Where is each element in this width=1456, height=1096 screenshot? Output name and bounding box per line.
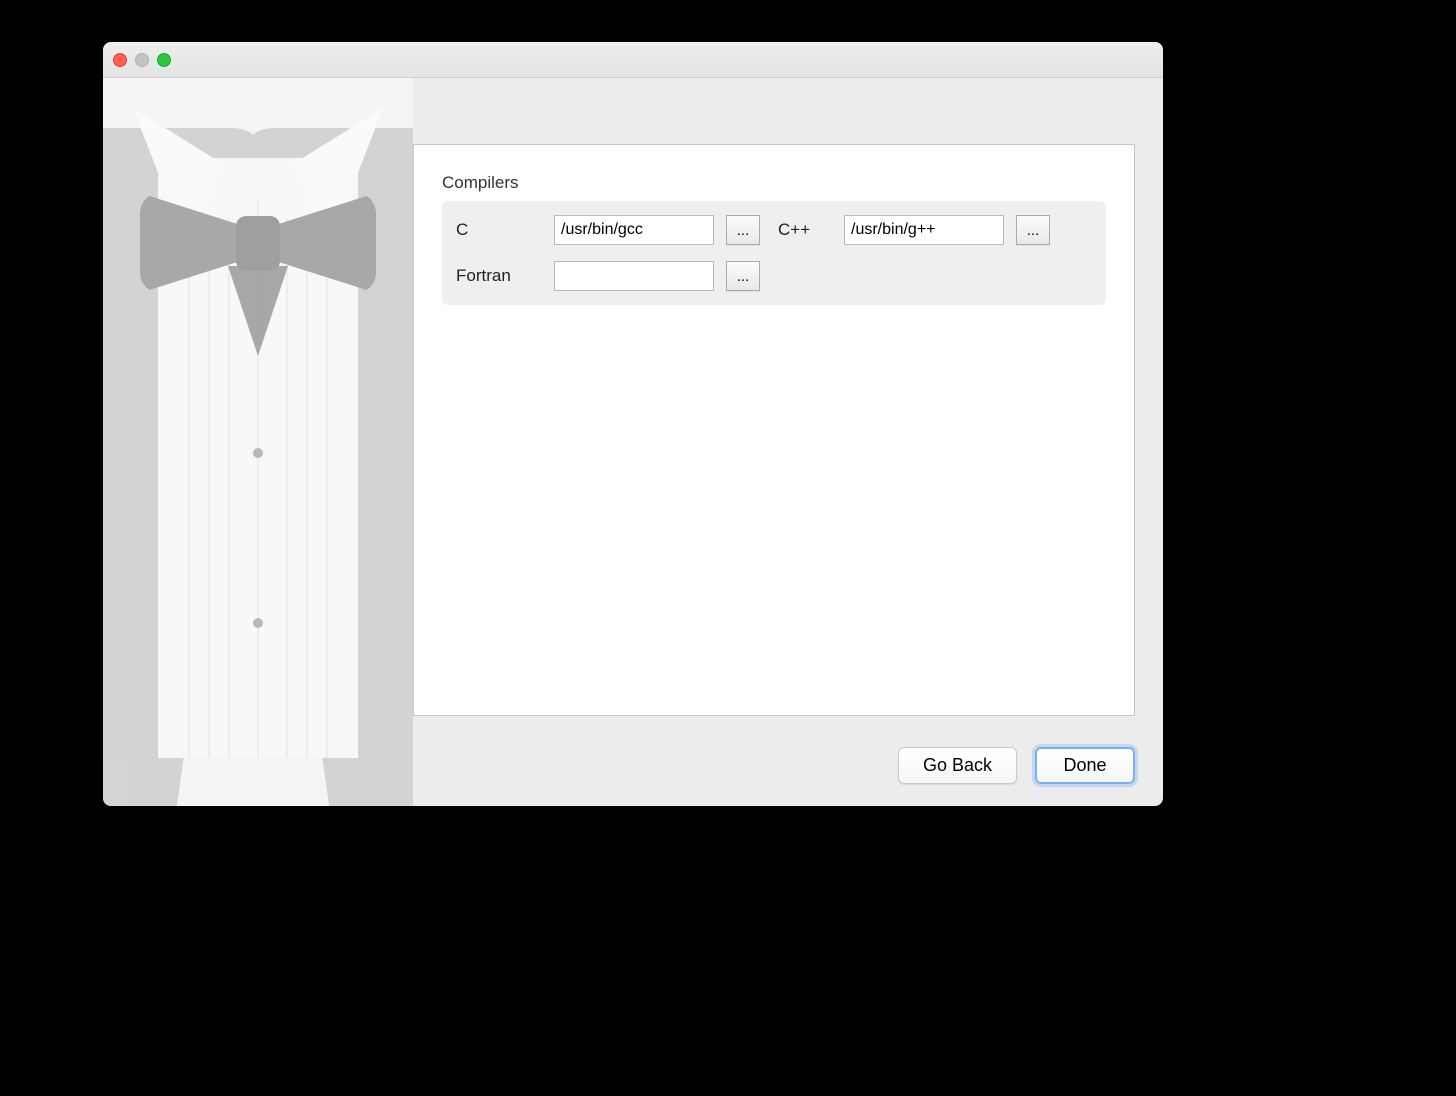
done-button[interactable]: Done [1035,747,1135,784]
content-area: Compilers C ... C++ ... [103,78,1163,806]
close-window-button[interactable] [113,53,127,67]
c-compiler-input[interactable] [554,215,714,245]
tuxedo-icon [103,78,413,806]
cpp-browse-button[interactable]: ... [1016,215,1050,245]
titlebar [103,42,1163,78]
fortran-compiler-input[interactable] [554,261,714,291]
wizard-sidebar-image [103,78,413,806]
c-label: C [456,220,542,240]
button-bar: Go Back Done [898,747,1135,784]
minimize-window-button[interactable] [135,53,149,67]
cpp-label: C++ [778,220,832,240]
c-browse-button[interactable]: ... [726,215,760,245]
dialog-window: Compilers C ... C++ ... [103,42,1163,806]
settings-frame: Compilers C ... C++ ... [413,144,1135,716]
maximize-window-button[interactable] [157,53,171,67]
cpp-compiler-input[interactable] [844,215,1004,245]
fortran-compiler-field: Fortran ... [456,261,760,291]
fortran-label: Fortran [456,266,542,286]
traffic-lights [113,53,171,67]
compilers-row-1: C ... C++ ... [456,215,1092,245]
cpp-compiler-field: C++ ... [778,215,1050,245]
section-title: Compilers [442,173,1106,193]
compilers-group: C ... C++ ... Fortran [442,201,1106,305]
c-compiler-field: C ... [456,215,760,245]
go-back-button[interactable]: Go Back [898,747,1017,784]
fortran-browse-button[interactable]: ... [726,261,760,291]
compilers-row-2: Fortran ... [456,261,1092,291]
main-panel: Compilers C ... C++ ... [413,78,1163,806]
